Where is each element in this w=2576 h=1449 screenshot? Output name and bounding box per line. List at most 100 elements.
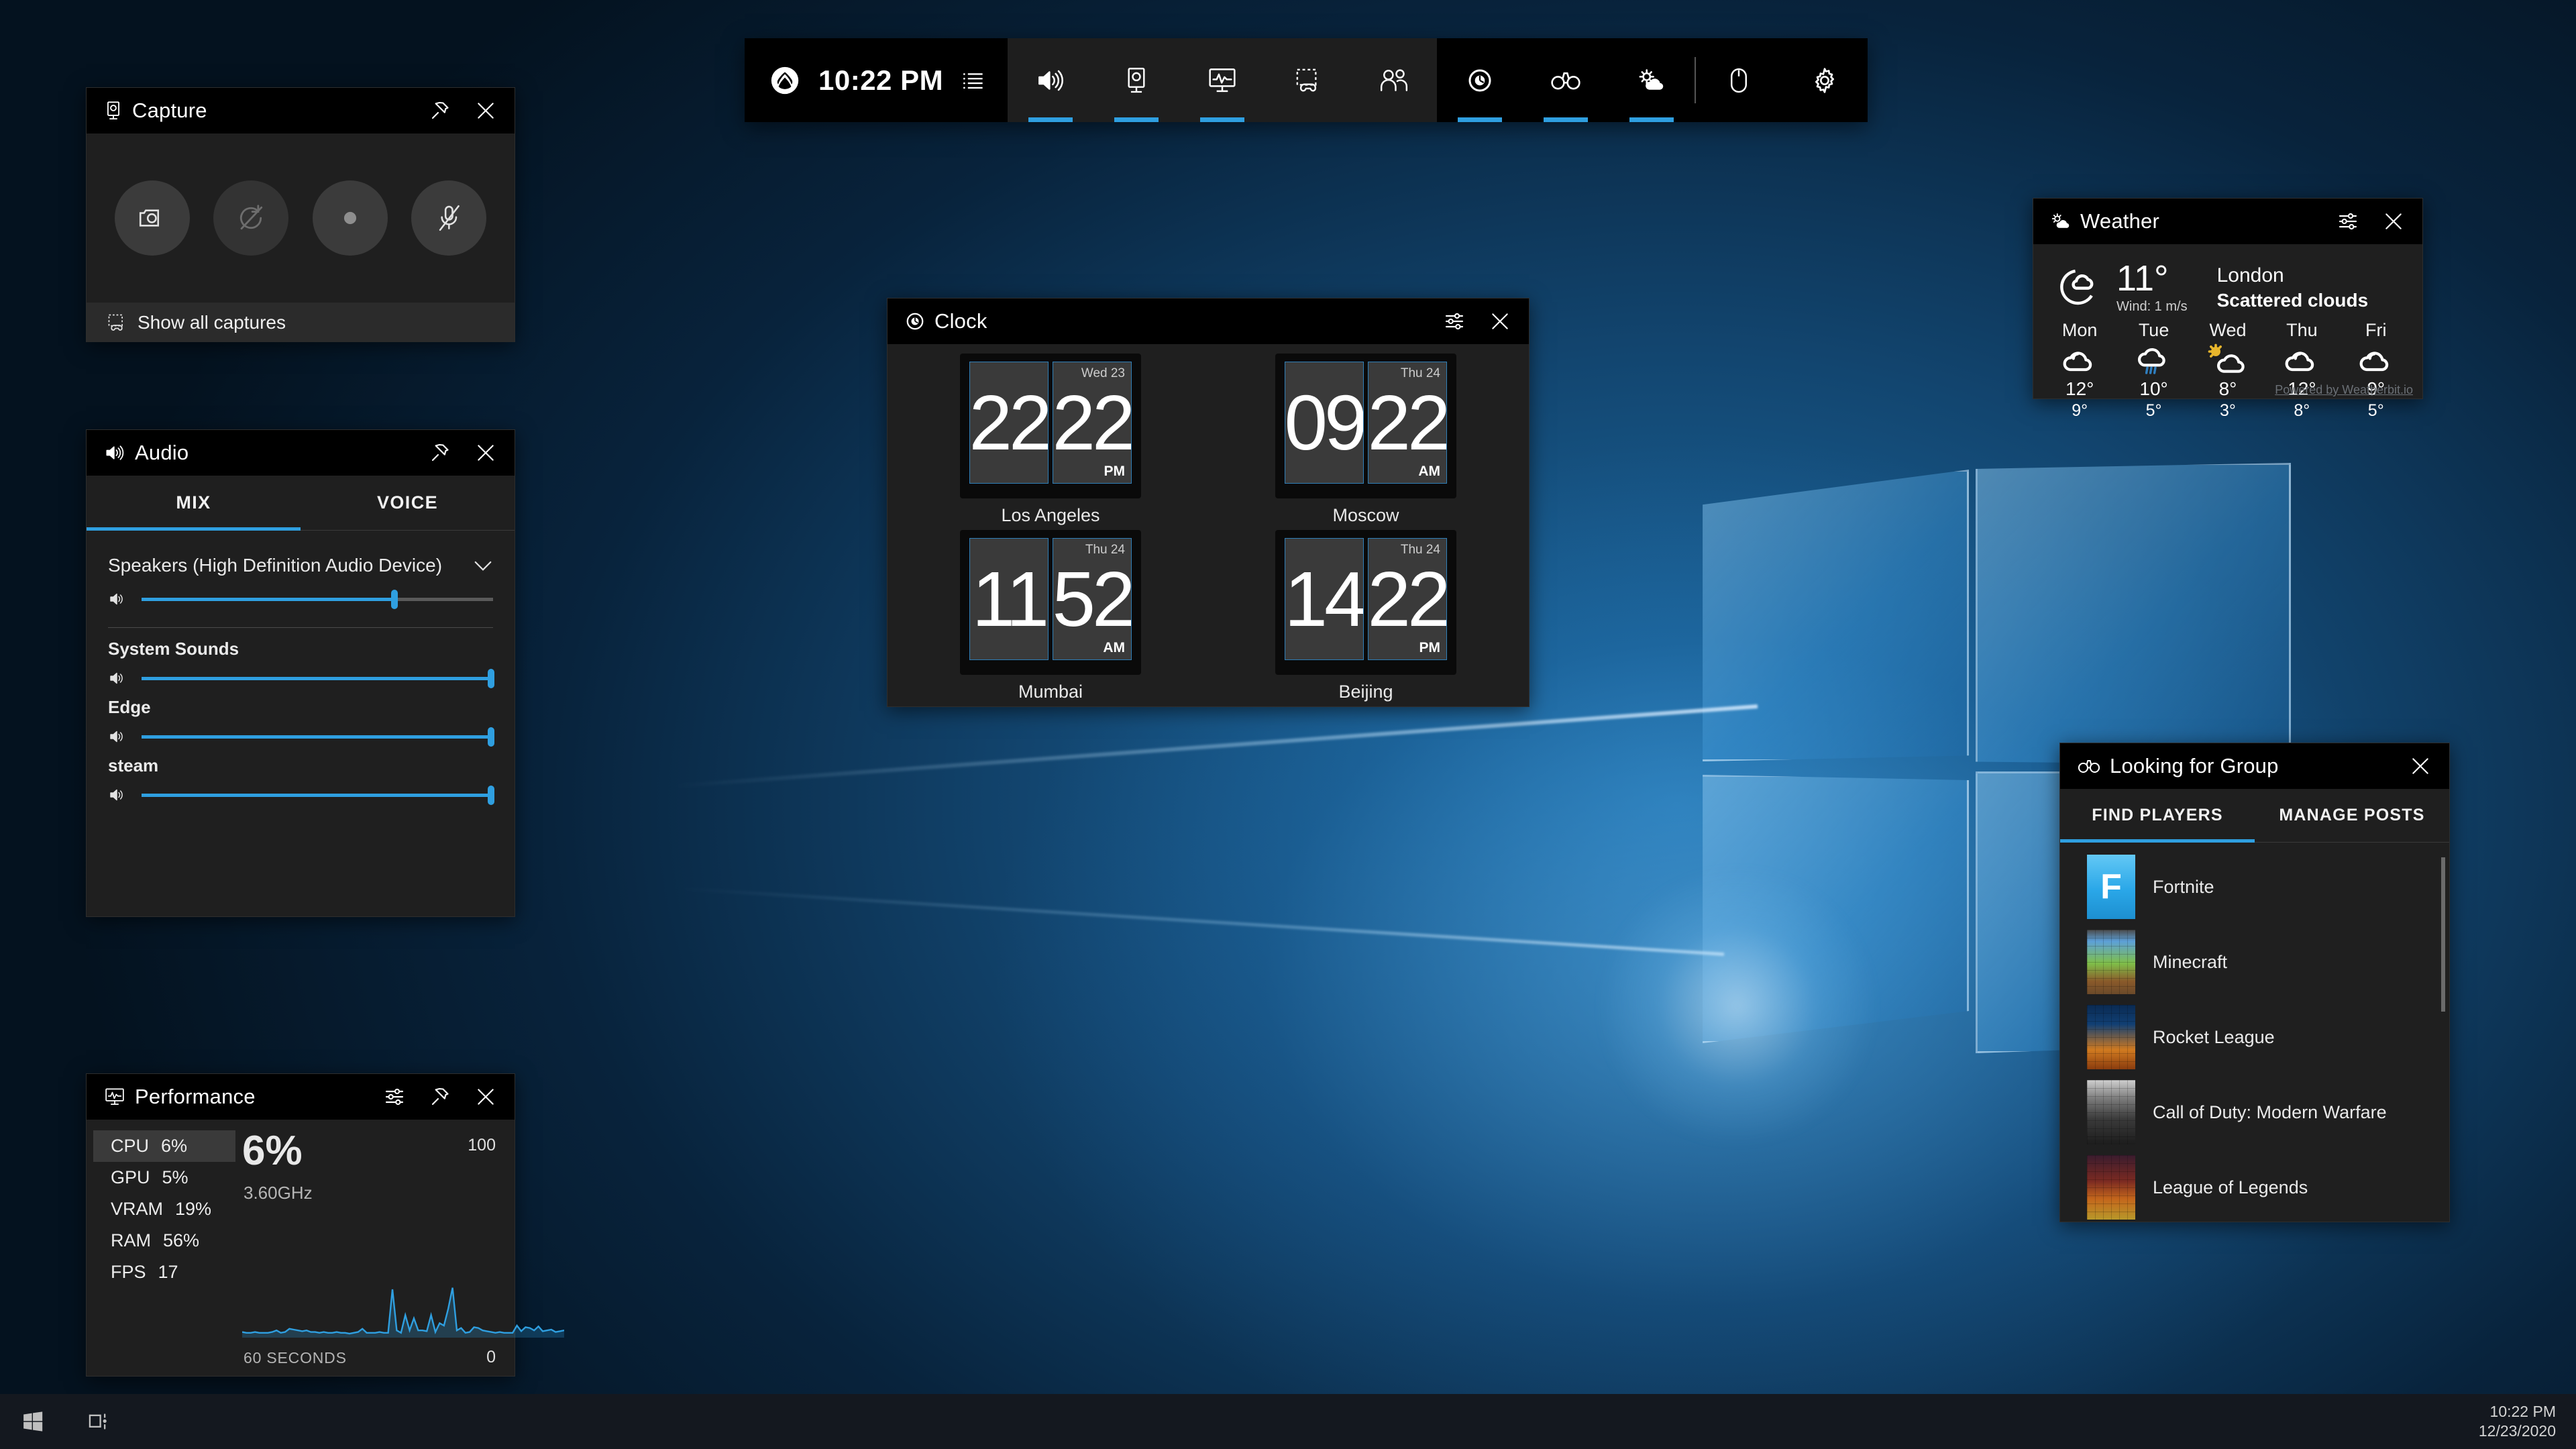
gamebar-button-weather[interactable]: [1609, 38, 1695, 122]
gamebar-button-social[interactable]: [1351, 38, 1437, 122]
forecast-day-name: Wed: [2209, 320, 2247, 340]
tab-mix[interactable]: MIX: [87, 476, 301, 531]
pin-icon[interactable]: [422, 435, 458, 471]
game-name: Call of Duty: Modern Warfare: [2153, 1102, 2387, 1122]
performance-time-label: 60 SECONDS: [244, 1349, 347, 1366]
weather-wind: Wind: 1 m/s: [2116, 299, 2188, 314]
close-icon[interactable]: [468, 93, 504, 129]
binoculars-icon: [2078, 757, 2100, 775]
active-indicator: [1544, 117, 1589, 122]
capture-buttons: [87, 133, 515, 303]
close-icon[interactable]: [1482, 303, 1518, 339]
pin-icon[interactable]: [422, 1079, 458, 1115]
lfg-game-row[interactable]: Call of Duty: Modern Warfare: [2060, 1075, 2449, 1150]
game-bar-widget-segment-2: [1437, 38, 1695, 122]
slider-thumb[interactable]: [391, 589, 398, 609]
close-icon[interactable]: [468, 435, 504, 471]
metric-row-fps[interactable]: FPS 17: [93, 1256, 235, 1288]
lfg-titlebar: Looking for Group: [2060, 743, 2449, 789]
weather-titlebar: Weather: [2033, 199, 2422, 244]
toggle-microphone-button[interactable]: [411, 180, 487, 256]
lfg-game-row[interactable]: League of Legends: [2060, 1150, 2449, 1221]
metric-key: FPS: [111, 1262, 146, 1282]
thumbnail-texture: [2087, 1155, 2135, 1220]
audio-device-volume-slider[interactable]: [142, 589, 493, 609]
lfg-game-row[interactable]: F Fortnite: [2060, 849, 2449, 924]
game-thumbnail: F: [2087, 855, 2135, 919]
channel-slider-system-sounds[interactable]: [142, 668, 494, 688]
tab-manage-posts[interactable]: MANAGE POSTS: [2255, 789, 2449, 842]
sliders-icon[interactable]: [1436, 303, 1472, 339]
lfg-game-row[interactable]: Minecraft: [2060, 924, 2449, 1000]
sliders-icon[interactable]: [376, 1079, 413, 1115]
weather-credit-link[interactable]: Powered by Weatherbit.io: [2275, 383, 2413, 397]
close-icon[interactable]: [2375, 203, 2412, 239]
slider-fill: [142, 676, 493, 680]
game-name: Fortnite: [2153, 876, 2214, 897]
game-name: Minecraft: [2153, 951, 2228, 972]
slider-thumb[interactable]: [488, 785, 494, 805]
speaker-icon: [1036, 67, 1065, 94]
metric-row-gpu[interactable]: GPU 5%: [93, 1162, 235, 1193]
sliders-icon[interactable]: [2330, 203, 2366, 239]
sun-cloud-icon: [2206, 342, 2249, 376]
speaker-icon: [108, 670, 127, 686]
clock-zone: 14 Thu 24 22 PM Beijing: [1215, 530, 1517, 702]
metric-row-vram[interactable]: VRAM 19%: [93, 1193, 235, 1225]
capture-widget: Capture Show all captures: [86, 87, 515, 342]
channel-volume-row-steam: [108, 785, 494, 805]
speaker-icon: [108, 787, 127, 803]
audio-device-volume-row: [108, 589, 493, 609]
rewind-off-icon: [237, 204, 265, 232]
clock-icon: [1466, 67, 1493, 94]
scrollbar-thumb[interactable]: [2441, 857, 2445, 1012]
metric-value: 5%: [162, 1167, 189, 1187]
chevron-down-icon[interactable]: [473, 559, 493, 572]
task-view-button[interactable]: [66, 1394, 131, 1449]
tab-voice[interactable]: VOICE: [301, 476, 515, 530]
weather-temp-block: 11° Wind: 1 m/s: [2116, 260, 2188, 315]
metric-row-cpu[interactable]: CPU 6%: [93, 1130, 235, 1162]
taskbar-clock[interactable]: 10:22 PM 12/23/2020: [2479, 1402, 2576, 1441]
game-bar-clock: 10:22 PM: [818, 64, 944, 96]
gamebar-button-lfg[interactable]: [1523, 38, 1609, 122]
gamebar-button-gallery[interactable]: [1265, 38, 1351, 122]
record-last-30s-button[interactable]: [213, 180, 289, 256]
start-recording-button[interactable]: [312, 180, 388, 256]
lfg-game-row[interactable]: Rocket League: [2060, 1000, 2449, 1075]
speaker-icon: [108, 591, 127, 607]
close-icon[interactable]: [468, 1079, 504, 1115]
clock-widget: Clock 22 Wed 23 22 PM Los Angeles 09 Thu 24 22 A…: [887, 298, 1529, 707]
show-all-captures-button[interactable]: Show all captures: [87, 303, 515, 342]
metric-row-ram[interactable]: RAM 56%: [93, 1225, 235, 1256]
screenshot-button[interactable]: [114, 180, 190, 256]
gamebar-button-settings[interactable]: [1782, 38, 1868, 122]
gamebar-button-clock[interactable]: [1437, 38, 1523, 122]
clock-hour-card: 11: [969, 538, 1049, 660]
xbox-logo-icon[interactable]: [770, 66, 800, 95]
gamebar-button-audio[interactable]: [1008, 38, 1093, 122]
close-icon[interactable]: [2402, 748, 2438, 784]
list-menu-icon[interactable]: [962, 70, 985, 91]
audio-device-selector[interactable]: Speakers (High Definition Audio Device): [108, 545, 493, 580]
channel-slider-edge[interactable]: [142, 727, 494, 747]
gamebar-button-capture[interactable]: [1093, 38, 1179, 122]
record-dot-icon: [339, 207, 362, 229]
gamebar-button-performance[interactable]: [1179, 38, 1265, 122]
game-name: League of Legends: [2153, 1177, 2308, 1197]
start-button[interactable]: [0, 1394, 66, 1449]
wallpaper-pane-2: [1976, 463, 2291, 765]
performance-sub-value: 3.60GHz: [244, 1183, 313, 1203]
tab-find-players[interactable]: FIND PLAYERS: [2060, 789, 2255, 843]
gamebar-button-widget-store[interactable]: [1696, 38, 1782, 122]
slider-thumb[interactable]: [488, 668, 494, 688]
clock-day-label: Thu 24: [1085, 543, 1125, 557]
slider-thumb[interactable]: [488, 727, 494, 747]
forecast-low: 8°: [2294, 401, 2310, 420]
channel-slider-steam[interactable]: [142, 785, 494, 805]
clock-hour-card: 22: [969, 362, 1049, 484]
looking-for-group-widget: Looking for Group FIND PLAYERS MANAGE PO…: [2059, 743, 2450, 1222]
performance-body: CPU 6% GPU 5% VRAM 19% RAM 56% FPS 17 6% 3.60GHz …: [87, 1120, 564, 1377]
channel-label-steam: steam: [108, 755, 159, 775]
pin-icon[interactable]: [422, 93, 458, 129]
